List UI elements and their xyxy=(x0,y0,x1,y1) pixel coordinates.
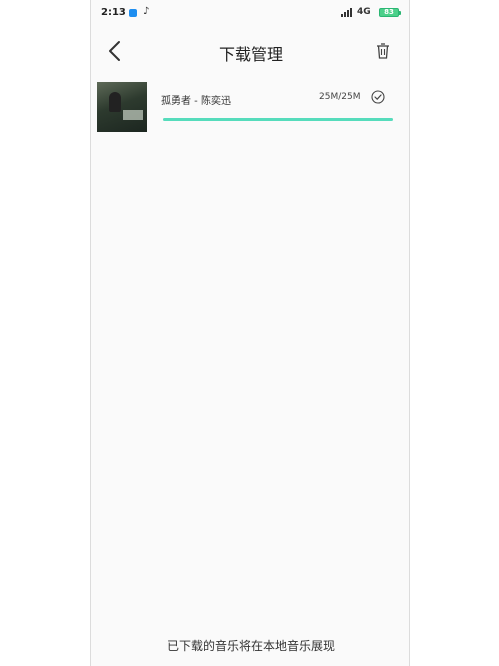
check-circle-icon xyxy=(371,90,385,104)
tiktok-icon: ♪ xyxy=(143,6,150,17)
page-title: 下载管理 xyxy=(218,45,283,64)
cover-panel xyxy=(123,110,143,120)
header-bar: 下载管理 xyxy=(91,36,411,68)
file-size: 25M/25M xyxy=(319,92,361,102)
status-time: 2:13 xyxy=(101,7,126,18)
album-cover xyxy=(97,82,147,132)
signal-icon xyxy=(341,8,352,17)
download-item[interactable]: 孤勇者 - 陈奕迅 25M/25M xyxy=(97,82,405,134)
battery-icon: 83 xyxy=(379,8,401,17)
song-title: 孤勇者 - 陈奕迅 xyxy=(161,96,231,107)
status-bar: 2:13 ♪ 4G 83 xyxy=(91,0,411,28)
app-notification-icon xyxy=(129,9,137,17)
phone-screen: 2:13 ♪ 4G 83 下载管理 孤勇者 - 陈奕迅 25M/25M 已下载的… xyxy=(90,0,410,666)
download-progress-fill xyxy=(163,118,393,121)
network-type: 4G xyxy=(357,7,371,17)
cover-figure xyxy=(109,92,121,112)
trash-icon[interactable] xyxy=(375,42,391,60)
download-progress-bar xyxy=(163,118,393,121)
footer-note: 已下载的音乐将在本地音乐展现 xyxy=(166,639,335,653)
